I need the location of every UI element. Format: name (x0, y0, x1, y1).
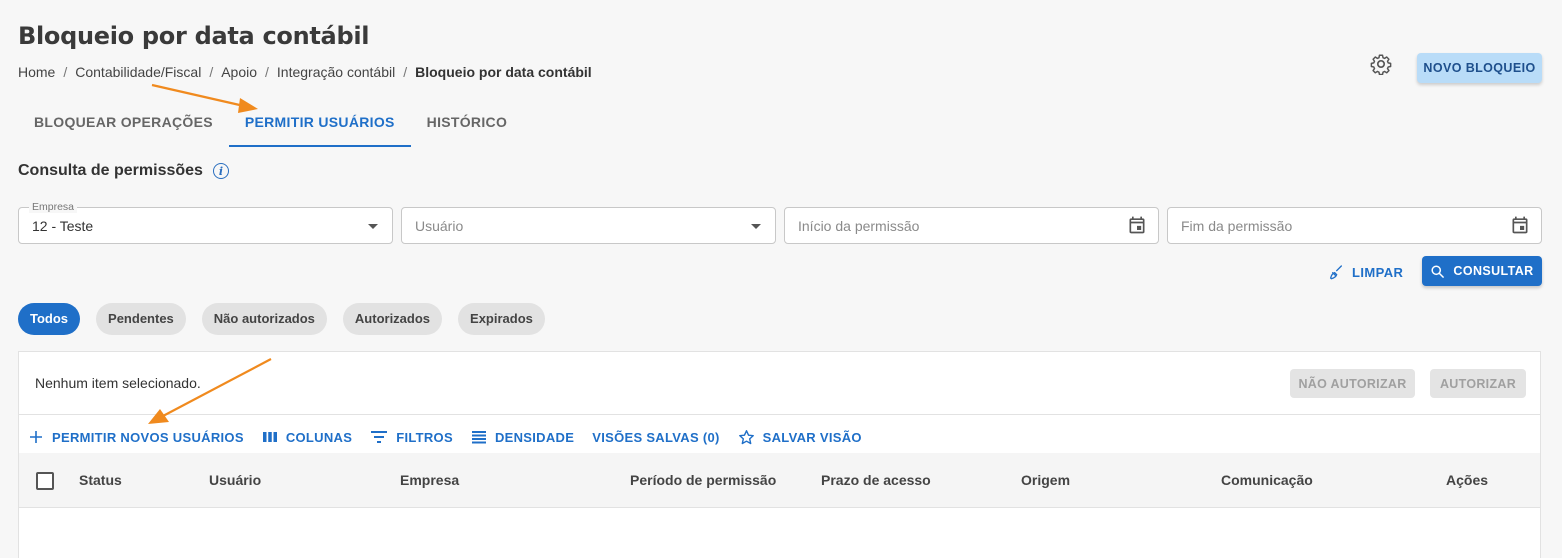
info-icon[interactable]: i (212, 163, 229, 179)
column-acoes[interactable]: Ações (1446, 472, 1488, 488)
tabs: BLOQUEAR OPERAÇÕES PERMITIR USUÁRIOS HIS… (18, 102, 523, 148)
search-icon (1431, 264, 1445, 278)
filter-icon (371, 431, 388, 443)
tab-historico[interactable]: HISTÓRICO (411, 102, 523, 146)
tab-bloquear-operacoes[interactable]: BLOQUEAR OPERAÇÕES (18, 102, 229, 146)
autorizar-button[interactable]: AUTORIZAR (1430, 369, 1526, 398)
filtros-button[interactable]: FILTROS (370, 429, 453, 445)
calendar-icon[interactable] (1127, 215, 1147, 235)
salvar-label: SALVAR VISÃO (762, 429, 862, 445)
chip-todos[interactable]: Todos (18, 303, 81, 335)
breadcrumb-current: Bloqueio por data contábil (415, 64, 592, 80)
salvar-visao-button[interactable]: SALVAR VISÃO (738, 429, 862, 446)
chip-autorizados[interactable]: Autorizados (342, 303, 443, 335)
empresa-label: Empresa (29, 201, 78, 213)
limpar-button[interactable]: LIMPAR (1328, 260, 1403, 284)
page-title: Bloqueio por data contábil (18, 22, 370, 50)
inicio-placeholder: Início da permissão (798, 218, 920, 234)
column-prazo[interactable]: Prazo de acesso (821, 472, 931, 488)
novo-bloqueio-button[interactable]: NOVO BLOQUEIO (1417, 53, 1542, 83)
breadcrumb-separator: / (63, 64, 68, 80)
fim-placeholder: Fim da permissão (1181, 218, 1293, 234)
empresa-value: 12 - Teste (32, 218, 94, 234)
limpar-label: LIMPAR (1352, 264, 1404, 280)
columns-icon (262, 432, 277, 442)
column-usuario[interactable]: Usuário (209, 472, 261, 488)
chip-nao-autorizados[interactable]: Não autorizados (201, 303, 327, 335)
gear-icon[interactable] (1370, 53, 1392, 75)
column-empresa[interactable]: Empresa (400, 472, 459, 488)
empresa-select[interactable]: Empresa 12 - Teste (18, 201, 393, 244)
density-icon (471, 431, 486, 444)
selection-bar: Nenhum item selecionado. NÃO AUTORIZAR A… (19, 352, 1540, 415)
column-origem[interactable]: Origem (1021, 472, 1070, 488)
chip-expirados[interactable]: Expirados (458, 303, 545, 335)
breadcrumb: Home / Contabilidade/Fiscal / Apoio / In… (18, 64, 592, 80)
status-chips: Todos Pendentes Não autorizados Autoriza… (18, 303, 545, 335)
select-all-checkbox[interactable] (36, 472, 54, 490)
densidade-button[interactable]: DENSIDADE (471, 429, 574, 445)
selection-text: Nenhum item selecionado. (35, 375, 201, 391)
breadcrumb-separator: / (209, 64, 214, 80)
column-status[interactable]: Status (79, 472, 122, 488)
usuario-placeholder: Usuário (415, 218, 464, 234)
colunas-button[interactable]: COLUNAS (262, 429, 352, 445)
visoes-salvas-button[interactable]: VISÕES SALVAS (0) (592, 430, 719, 445)
visoes-label: VISÕES SALVAS (0) (592, 429, 720, 445)
usuario-select[interactable]: Usuário (401, 207, 776, 244)
broom-icon (1329, 265, 1342, 280)
densidade-label: DENSIDADE (494, 429, 575, 445)
calendar-icon[interactable] (1510, 215, 1530, 235)
breadcrumb-separator: / (403, 64, 408, 80)
plus-icon (30, 431, 42, 443)
colunas-label: COLUNAS (285, 429, 353, 445)
section-header: Consulta de permissões i (18, 162, 229, 180)
results-panel: Nenhum item selecionado. NÃO AUTORIZAR A… (18, 351, 1541, 558)
column-periodo[interactable]: Período de permissão (630, 472, 776, 488)
filtros-label: FILTROS (396, 429, 453, 445)
breadcrumb-contabilidade[interactable]: Contabilidade/Fiscal (75, 64, 201, 80)
consultar-label: CONSULTAR (1453, 264, 1534, 278)
column-comunicacao[interactable]: Comunicação (1221, 472, 1313, 488)
tab-permitir-usuarios[interactable]: PERMITIR USUÁRIOS (228, 102, 411, 147)
grid-toolbar: PERMITIR NOVOS USUÁRIOS COLUNAS FILTROS … (19, 422, 880, 452)
permitir-label: PERMITIR NOVOS USUÁRIOS (52, 429, 244, 445)
dropdown-arrow-icon (368, 224, 378, 229)
nao-autorizar-button[interactable]: NÃO AUTORIZAR (1290, 369, 1415, 398)
dropdown-arrow-icon (751, 224, 761, 229)
chip-pendentes[interactable]: Pendentes (96, 303, 186, 335)
permitir-novos-usuarios-button[interactable]: PERMITIR NOVOS USUÁRIOS (28, 429, 244, 445)
breadcrumb-apoio[interactable]: Apoio (221, 64, 257, 80)
inicio-permissao-field[interactable]: Início da permissão (784, 207, 1159, 244)
consultar-button[interactable]: CONSULTAR (1422, 256, 1542, 286)
breadcrumb-integracao[interactable]: Integração contábil (277, 64, 395, 80)
breadcrumb-home[interactable]: Home (18, 64, 55, 80)
section-title: Consulta de permissões (18, 162, 203, 179)
table-header: Status Usuário Empresa Período de permis… (19, 453, 1540, 508)
fim-permissao-field[interactable]: Fim da permissão (1167, 207, 1542, 244)
star-icon (738, 429, 754, 444)
breadcrumb-separator: / (265, 64, 269, 80)
